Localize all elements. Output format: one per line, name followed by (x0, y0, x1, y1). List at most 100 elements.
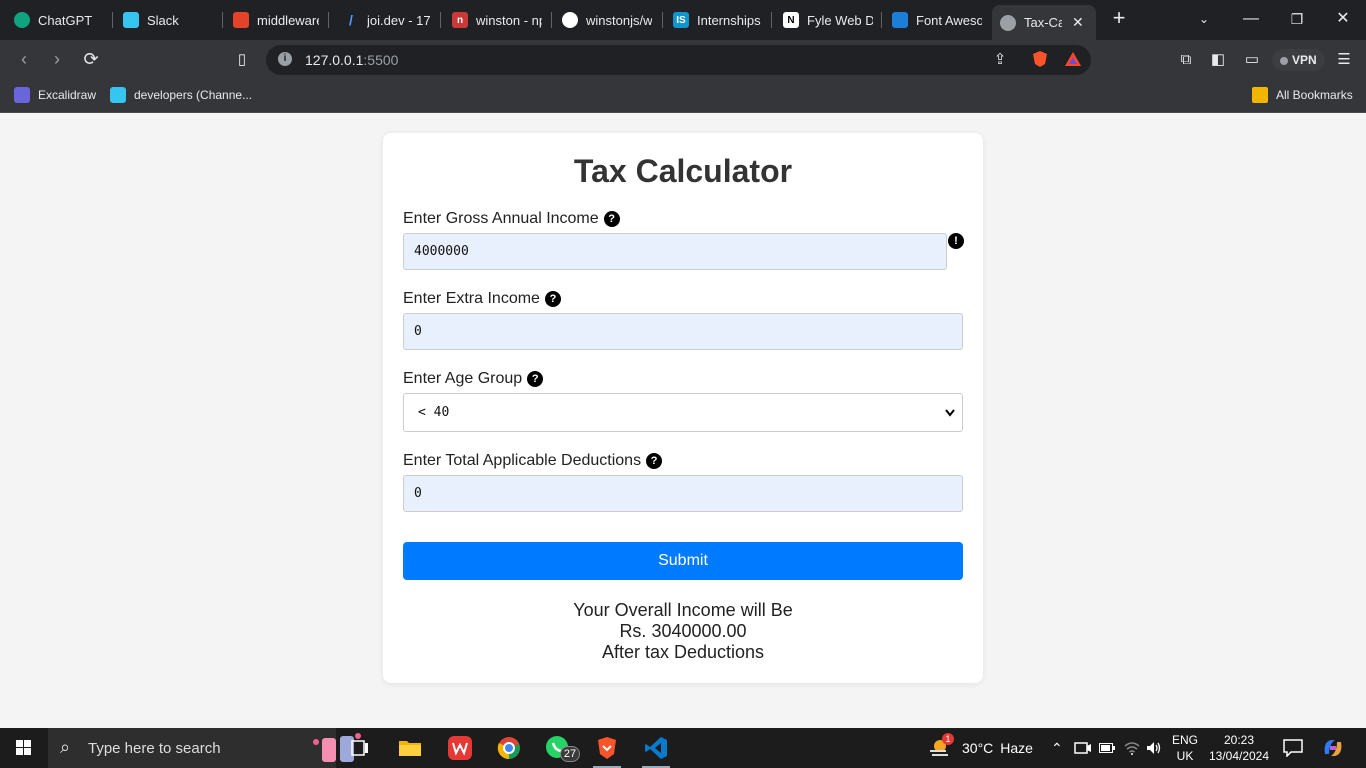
help-icon[interactable]: ? (603, 211, 620, 227)
all-bookmarks-button[interactable]: All Bookmarks (1252, 86, 1353, 104)
tax-calculator-card: Tax Calculator Enter Gross Annual Income… (383, 133, 983, 683)
vscode-icon (645, 737, 667, 759)
region-code: UK (1176, 749, 1194, 763)
taskbar-search-box[interactable]: ⌕ Type here to search (48, 728, 361, 768)
tab-internships[interactable]: IS Internships | (673, 5, 763, 35)
vpn-button[interactable]: VPN (1272, 49, 1325, 71)
bookmark-developers[interactable]: developers (Channe... (110, 86, 252, 104)
joi-icon: / (349, 12, 353, 28)
bookmark-excalidraw[interactable]: Excalidraw (14, 86, 96, 104)
result-footer: After tax Deductions (601, 642, 765, 662)
tab-label: Font Aweso (916, 12, 982, 28)
age-group-label-text: Enter Age Group (403, 370, 523, 387)
deductions-input[interactable]: 0 (403, 475, 963, 512)
bookmark-icon[interactable]: ▯ (232, 50, 252, 70)
tab-search-chevron-icon[interactable]: ⌄ (1190, 6, 1218, 32)
help-icon[interactable]: ? (646, 453, 663, 469)
npm-icon: n (452, 12, 468, 28)
site-info-icon[interactable]: i (278, 52, 292, 66)
notifications-button[interactable] (1283, 728, 1303, 768)
github-icon (562, 12, 578, 28)
battery-icon[interactable] (1099, 728, 1115, 768)
clock[interactable]: 20:23 13/04/2024 (1207, 728, 1271, 768)
age-group-label: Enter Age Group ? (403, 370, 544, 388)
forward-button[interactable]: › (45, 48, 69, 72)
file-explorer-button[interactable] (386, 728, 434, 768)
all-bookmarks-label: All Bookmarks (1276, 88, 1353, 102)
meet-now-icon[interactable] (1074, 728, 1092, 768)
help-icon[interactable]: ? (527, 371, 544, 387)
tab-winston-npm[interactable]: n winston - np (452, 5, 542, 35)
share-icon[interactable]: ⇪ (990, 50, 1010, 70)
wifi-icon[interactable] (1124, 728, 1140, 768)
gross-income-label: Enter Gross Annual Income ? (403, 210, 620, 228)
restore-button[interactable]: ❐ (1283, 6, 1311, 32)
notion-icon: N (783, 12, 799, 28)
vpn-status-dot (1280, 56, 1288, 65)
url-host: 127.0.0.1 (305, 52, 364, 68)
show-hidden-icons-button[interactable]: ⌃ (1051, 728, 1063, 768)
wallet-icon[interactable]: ▭ (1242, 50, 1262, 70)
vscode-button[interactable] (632, 728, 680, 768)
url-port: :5500 (363, 52, 399, 68)
tab-chatgpt[interactable]: ChatGPT (14, 5, 102, 35)
close-tab-icon[interactable]: ✕ (1072, 14, 1084, 31)
gross-income-input[interactable]: 4000000 (403, 233, 947, 270)
weather-condition: Haze (1000, 740, 1033, 756)
brave-browser-button[interactable] (583, 728, 631, 768)
page-title: Tax Calculator (573, 153, 793, 189)
gitlab-icon (233, 12, 249, 28)
menu-icon[interactable]: ☰ (1334, 50, 1354, 70)
tab-font-awesome[interactable]: Font Aweso (892, 5, 982, 35)
weather-widget[interactable]: 1 30°C Haze (928, 728, 1033, 768)
extensions-icon[interactable]: ⧉ (1176, 50, 1196, 70)
tab-separator (771, 12, 772, 28)
tab-label: Internships | (697, 12, 763, 28)
start-button[interactable] (0, 728, 48, 768)
tab-middleware[interactable]: middleware (233, 5, 319, 35)
submit-button[interactable]: Submit (403, 542, 963, 580)
tab-github-winston[interactable]: winstonjs/w (562, 5, 654, 35)
brave-shields-icon[interactable] (1030, 50, 1050, 70)
back-button[interactable]: ‹ (12, 48, 36, 72)
tab-tax-calc[interactable]: Tax-Calc ✕ (992, 5, 1096, 40)
tab-slack[interactable]: Slack (123, 5, 213, 35)
new-tab-button[interactable]: + (1108, 7, 1130, 30)
sidebar-icon[interactable]: ◧ (1208, 50, 1228, 70)
tab-separator (328, 12, 329, 28)
deductions-label-text: Enter Total Applicable Deductions (403, 452, 642, 469)
slack-icon (123, 12, 139, 28)
chrome-profile-button[interactable] (485, 728, 533, 768)
age-group-value: < 40 (418, 405, 450, 420)
tab-label: winstonjs/w (586, 12, 653, 28)
tab-label: ChatGPT (38, 12, 93, 28)
chevron-up-icon: ⌃ (1051, 739, 1063, 756)
volume-icon[interactable] (1146, 728, 1162, 768)
bookmark-label: developers (Channe... (134, 88, 253, 102)
wps-office-button[interactable] (436, 728, 484, 768)
age-group-select[interactable]: < 40 (403, 393, 963, 432)
brave-rewards-icon[interactable] (1063, 50, 1083, 70)
task-view-button[interactable] (336, 728, 384, 768)
url-text[interactable]: 127.0.0.1:5500 (305, 52, 398, 68)
tab-joi[interactable]: / joi.dev - 17. (343, 5, 431, 35)
clock-date: 13/04/2024 (1208, 749, 1270, 763)
tab-separator (551, 12, 552, 28)
page-viewport: Tax Calculator Enter Gross Annual Income… (0, 113, 1366, 728)
weather-badge: 1 (942, 733, 954, 745)
tab-label: winston - np (476, 12, 542, 28)
copilot-button[interactable] (1321, 728, 1345, 768)
tab-separator (222, 12, 223, 28)
reload-button[interactable]: ⟳ (79, 48, 103, 72)
help-icon[interactable]: ? (544, 291, 561, 307)
whatsapp-button[interactable]: 27 (534, 728, 582, 768)
tab-fyle[interactable]: N Fyle Web De (783, 5, 873, 35)
minimize-button[interactable]: — (1237, 6, 1265, 32)
error-icon[interactable]: ! (948, 233, 964, 249)
vpn-label: VPN (1292, 53, 1317, 67)
weather-temperature: 30°C (962, 740, 994, 756)
close-window-button[interactable]: ✕ (1329, 6, 1357, 32)
tab-separator (440, 12, 441, 28)
extra-income-input[interactable]: 0 (403, 313, 963, 350)
language-indicator[interactable]: ENG UK (1172, 728, 1198, 768)
